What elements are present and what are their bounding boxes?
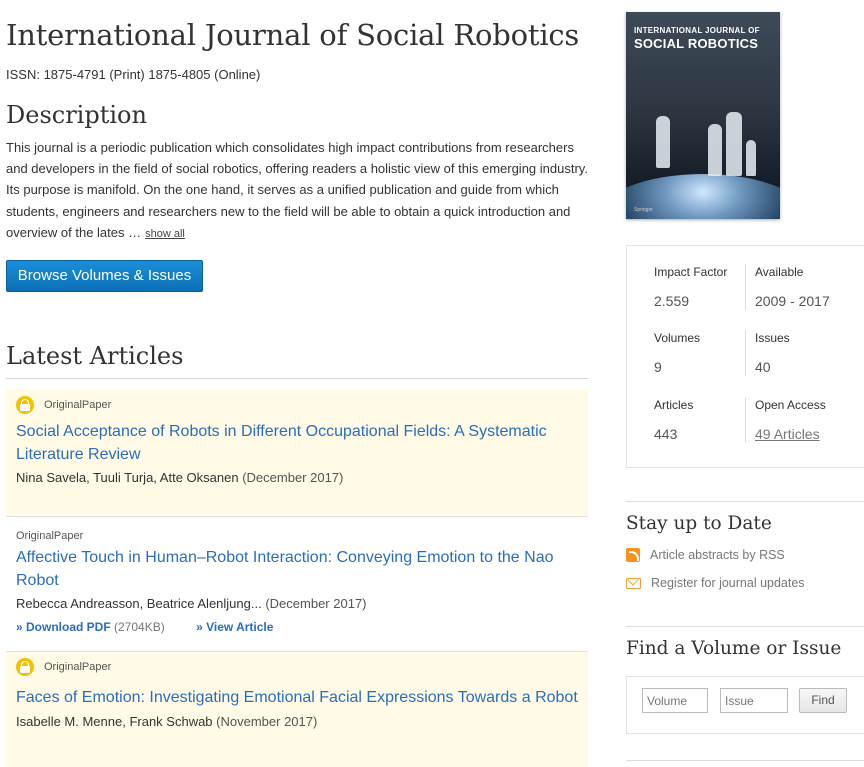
- article-title-link[interactable]: Affective Touch in Human–Robot Interacti…: [16, 547, 578, 592]
- article-type-label: OriginalPaper: [44, 399, 112, 411]
- journal-cover-image[interactable]: INTERNATIONAL JOURNAL OF SOCIAL ROBOTICS…: [626, 12, 780, 219]
- description-body: This journal is a periodic publication w…: [6, 140, 588, 240]
- stat-divider: [745, 397, 746, 443]
- cover-subtitle: INTERNATIONAL JOURNAL OF: [634, 26, 760, 35]
- articles-count: Articles 443: [654, 398, 693, 442]
- issue-input[interactable]: [720, 688, 788, 713]
- volumes-label: Volumes: [654, 331, 701, 345]
- download-pdf-label: » Download PDF: [16, 620, 111, 634]
- pdf-size: (2704KB): [114, 620, 165, 634]
- download-pdf-link[interactable]: » Download PDF (2704KB): [16, 620, 165, 634]
- article-date: (November 2017): [216, 713, 318, 729]
- journal-stats: Impact Factor 2.559 Available 2009 - 201…: [626, 245, 864, 468]
- open-access-lock-icon: [16, 658, 34, 676]
- rss-icon: [626, 548, 640, 562]
- article-type-label: OriginalPaper: [16, 530, 84, 542]
- stat-divider: [745, 330, 746, 376]
- articles-value: 443: [654, 426, 678, 442]
- stay-up-to-date-heading: Stay up to Date: [626, 513, 772, 534]
- person-figure: [726, 112, 742, 176]
- open-access-lock-icon: [16, 396, 34, 414]
- volumes-value: 9: [654, 359, 662, 375]
- rss-label: Article abstracts by RSS: [650, 548, 785, 562]
- issn: ISSN: 1875-4791 (Print) 1875-4805 (Onlin…: [6, 67, 261, 82]
- open-access-label: Open Access: [755, 398, 826, 412]
- stat-divider: [745, 264, 746, 310]
- child-figure: [746, 140, 756, 176]
- article-authors: Isabelle M. Menne, Frank Schwab: [16, 713, 213, 729]
- rss-link[interactable]: Article abstracts by RSS: [626, 548, 785, 562]
- article-item: OriginalPaper Affective Touch in Human–R…: [6, 525, 588, 651]
- robot-figure: [656, 116, 670, 168]
- journal-title: International Journal of Social Robotics: [6, 18, 580, 52]
- impact-factor-value: 2.559: [654, 293, 690, 309]
- impact-factor: Impact Factor 2.559: [654, 265, 727, 309]
- available-years: Available 2009 - 2017: [755, 265, 830, 309]
- mail-icon: [626, 577, 641, 589]
- article-divider: [6, 516, 588, 517]
- available-value: 2009 - 2017: [755, 293, 830, 309]
- latest-divider: [6, 378, 588, 379]
- show-all-link[interactable]: show all: [145, 228, 185, 240]
- article-item: OriginalPaper Faces of Emotion: Investig…: [6, 652, 588, 767]
- register-label: Register for journal updates: [651, 576, 805, 590]
- open-access-articles-link[interactable]: 49 Articles: [755, 426, 820, 442]
- article-item: OriginalPaper Social Acceptance of Robot…: [6, 389, 588, 516]
- cover-publisher: Springer: [634, 207, 653, 213]
- article-type: OriginalPaper: [16, 525, 578, 547]
- person-figure: [708, 124, 722, 176]
- latest-articles-heading: Latest Articles: [6, 342, 184, 370]
- volume-input[interactable]: [642, 688, 708, 713]
- article-authors: Rebecca Andreasson, Beatrice Alenljung..…: [16, 596, 262, 611]
- article-type: OriginalPaper: [16, 655, 578, 679]
- open-access-count: Open Access 49 Articles: [755, 398, 826, 442]
- section-divider: [626, 626, 864, 627]
- available-label: Available: [755, 265, 804, 279]
- view-article-link[interactable]: » View Article: [196, 620, 273, 634]
- article-date: (December 2017): [265, 596, 367, 611]
- description-heading: Description: [6, 101, 147, 129]
- section-divider: [626, 760, 864, 761]
- article-title-link[interactable]: Social Acceptance of Robots in Different…: [16, 421, 578, 466]
- volumes-count: Volumes 9: [654, 331, 700, 375]
- article-date: (December 2017): [242, 470, 344, 485]
- register-updates-link[interactable]: Register for journal updates: [626, 576, 805, 590]
- article-authors: Nina Savela, Tuuli Turja, Atte Oksanen: [16, 470, 239, 485]
- browse-volumes-button[interactable]: Browse Volumes & Issues: [6, 260, 203, 292]
- article-meta: Rebecca Andreasson, Beatrice Alenljung..…: [16, 596, 578, 611]
- cover-title: SOCIAL ROBOTICS: [634, 36, 759, 51]
- article-type: OriginalPaper: [16, 393, 578, 417]
- article-links: » Download PDF (2704KB) » View Article: [16, 620, 578, 634]
- article-meta: Nina Savela, Tuuli Turja, Atte Oksanen (…: [16, 470, 578, 485]
- find-button[interactable]: Find: [799, 688, 847, 713]
- open-access-value: 49 Articles: [755, 426, 826, 442]
- article-title-link[interactable]: Faces of Emotion: Investigating Emotiona…: [16, 687, 578, 710]
- issues-count: Issues 40: [755, 331, 790, 375]
- articles-label: Articles: [654, 398, 694, 412]
- article-type-label: OriginalPaper: [44, 661, 112, 673]
- issues-label: Issues: [755, 331, 790, 345]
- description-text: This journal is a periodic publication w…: [6, 137, 588, 245]
- find-volume-form: Find: [626, 676, 864, 734]
- issues-value: 40: [755, 359, 771, 375]
- article-meta: Isabelle M. Menne, Frank Schwab (Novembe…: [16, 714, 578, 729]
- impact-factor-label: Impact Factor: [654, 265, 728, 279]
- section-divider: [626, 501, 864, 502]
- find-volume-heading: Find a Volume or Issue: [626, 638, 842, 659]
